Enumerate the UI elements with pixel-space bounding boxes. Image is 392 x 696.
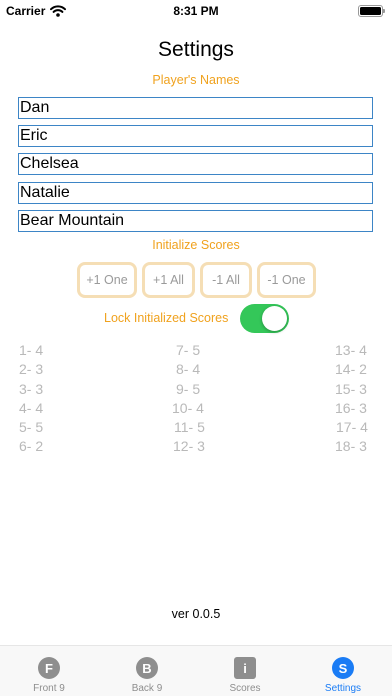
hole-score-18: 18- 3 xyxy=(335,438,367,454)
hole-score-4: 4- 4 xyxy=(19,400,44,416)
hole-score-3: 3- 3 xyxy=(19,381,44,397)
status-bar: Carrier 8:31 PM xyxy=(0,0,392,22)
tab-front-9[interactable]: F Front 9 xyxy=(0,646,98,696)
battery-icon xyxy=(358,5,385,17)
initialize-scores-label: Initialize Scores xyxy=(152,238,240,252)
hole-score-16: 16- 3 xyxy=(335,400,367,416)
hole-score-9: 9- 5 xyxy=(176,381,201,397)
tab-label: Scores xyxy=(229,683,261,694)
back-9-icon: B xyxy=(136,657,158,679)
hole-score-13: 13- 4 xyxy=(335,342,367,358)
hole-score-14: 14- 2 xyxy=(335,361,367,377)
hole-score-15: 15- 3 xyxy=(335,381,367,397)
hole-score-8: 8- 4 xyxy=(176,361,201,377)
hole-score-17: 17- 4 xyxy=(336,419,368,435)
toggle-knob xyxy=(262,306,287,331)
version-label: ver 0.0.5 xyxy=(171,607,221,621)
tab-bar: F Front 9 B Back 9 i Scores S Settings xyxy=(0,645,392,696)
minus-one-one-button[interactable]: -1 One xyxy=(257,262,316,298)
minus-one-all-button[interactable]: -1 All xyxy=(200,262,252,298)
lock-scores-toggle[interactable] xyxy=(240,304,289,333)
tab-back-9[interactable]: B Back 9 xyxy=(98,646,196,696)
status-time: 8:31 PM xyxy=(173,4,219,18)
player-name-field-5[interactable]: Bear Mountain xyxy=(18,210,373,232)
page-title: Settings xyxy=(158,38,234,61)
plus-one-one-button[interactable]: +1 One xyxy=(77,262,137,298)
player-name-field-4[interactable]: Natalie xyxy=(18,182,373,204)
player-name-field-3[interactable]: Chelsea xyxy=(18,153,373,175)
hole-score-1: 1- 4 xyxy=(19,342,44,358)
info-icon: i xyxy=(234,657,256,679)
settings-icon: S xyxy=(332,657,354,679)
tab-scores[interactable]: i Scores xyxy=(196,646,294,696)
hole-score-7: 7- 5 xyxy=(176,342,201,358)
tab-label: Front 9 xyxy=(33,683,65,694)
tab-label: Settings xyxy=(324,683,362,694)
player-name-field-1[interactable]: Dan xyxy=(18,97,373,119)
lock-scores-label: Lock Initialized Scores xyxy=(104,311,229,325)
hole-score-2: 2- 3 xyxy=(19,361,44,377)
hole-score-10: 10- 4 xyxy=(172,400,204,416)
hole-score-5: 5- 5 xyxy=(19,419,44,435)
plus-one-all-button[interactable]: +1 All xyxy=(142,262,195,298)
players-label: Player's Names xyxy=(152,73,240,87)
tab-label: Back 9 xyxy=(131,683,163,694)
player-name-field-2[interactable]: Eric xyxy=(18,125,373,147)
hole-score-12: 12- 3 xyxy=(173,438,205,454)
tab-settings[interactable]: S Settings xyxy=(294,646,392,696)
hole-score-6: 6- 2 xyxy=(19,438,44,454)
front-9-icon: F xyxy=(38,657,60,679)
hole-score-11: 11- 5 xyxy=(174,419,205,435)
